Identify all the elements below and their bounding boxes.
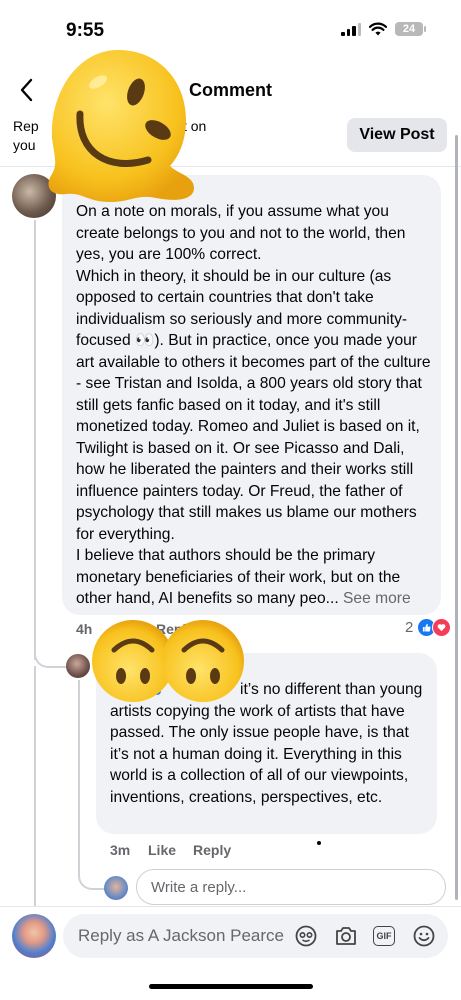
status-time: 9:55 [66,20,105,41]
composer-divider [0,906,461,907]
gif-label: GIF [376,931,392,941]
cellular-signal-icon [341,22,361,36]
emoji-button[interactable] [410,922,438,950]
thread-line [34,666,36,906]
home-indicator [149,984,313,989]
battery-level: 24 [402,23,416,35]
chevron-left-icon [20,78,33,102]
comment-paragraph: Which in theory, it should be in our cul… [76,267,431,543]
thread-connector [34,648,66,668]
back-button[interactable] [12,76,40,104]
love-reaction-icon [432,618,451,637]
camera-icon [336,927,356,945]
avatar [12,914,56,958]
upside-down-face-icon [162,620,244,702]
melting-face-icon [48,50,194,202]
reply-time: 3m [110,842,131,858]
reactions[interactable] [417,618,451,637]
like-button[interactable]: Like [148,842,176,858]
comment-paragraph: I believe that authors should be the pri… [76,545,433,610]
gif-icon: GIF [373,926,395,946]
avatar[interactable] [66,654,90,678]
gif-button[interactable]: GIF [370,922,398,950]
wifi-icon [369,22,387,36]
comment-paragraph: On a note on morals, if you assume what … [76,203,406,263]
reply-button[interactable]: Reply [193,842,231,858]
see-more-link[interactable]: See more [343,590,411,607]
smiley-icon [413,925,435,947]
melting-face-sticker [38,42,198,207]
dot [317,841,321,845]
view-post-button[interactable]: View Post [347,118,447,152]
reaction-count[interactable]: 2 [405,619,413,636]
battery-icon: 24 [395,22,426,36]
avatar [104,876,128,900]
camera-button[interactable] [332,922,360,950]
avatar-sticker-icon [295,925,317,947]
write-reply-input[interactable]: Write a reply... [136,869,446,905]
composer-placeholder: Reply as A Jackson Pearce [78,926,285,945]
scrollbar[interactable] [455,135,458,900]
thread-line [34,220,36,660]
page-title: Comment [189,80,273,100]
status-icons: 24 [341,22,426,36]
avatar-sticker-button[interactable] [292,922,320,950]
upside-down-face-sticker [160,618,246,704]
comment-text: On a note on morals, if you assume what … [76,201,433,610]
